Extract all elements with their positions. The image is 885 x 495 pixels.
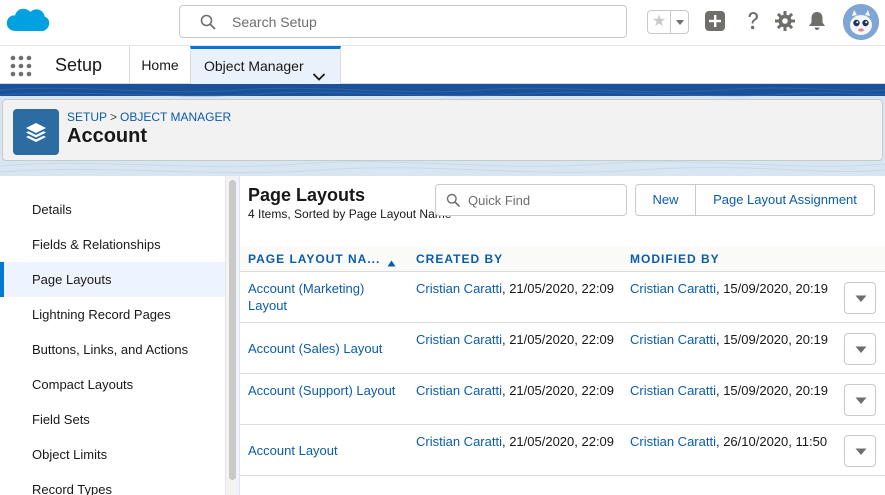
modified-by-user-link[interactable]: Cristian Caratti <box>630 281 716 296</box>
created-by-cell: Cristian Caratti, 21/05/2020, 22:09 <box>416 331 616 348</box>
layout-name-link[interactable]: Account (Support) Layout <box>248 382 398 399</box>
sidebar-item-page-layouts[interactable]: Page Layouts <box>0 262 225 297</box>
modified-date: , 15/09/2020, 20:19 <box>715 383 829 398</box>
object-sidebar: Details Fields & Relationships Page Layo… <box>0 176 225 495</box>
sidebar-item-fields-relationships[interactable]: Fields & Relationships <box>0 227 225 262</box>
chevron-down-icon[interactable] <box>312 60 326 81</box>
sidebar-item-details[interactable]: Details <box>0 192 225 227</box>
table-header: PAGE LAYOUT NA... CREATED BY MODIFIED BY <box>240 246 885 272</box>
global-header: Search Setup ★ <box>0 0 885 46</box>
created-by-user-link[interactable]: Cristian Caratti <box>416 383 502 398</box>
bell-icon[interactable] <box>805 9 829 33</box>
sidebar-item-lightning-record-pages[interactable]: Lightning Record Pages <box>0 297 225 332</box>
waffle-icon[interactable] <box>10 55 32 77</box>
created-date: , 21/05/2020, 22:09 <box>501 434 615 449</box>
modified-by-cell: Cristian Caratti, 15/09/2020, 20:19 <box>630 280 830 297</box>
created-by-cell: Cristian Caratti, 21/05/2020, 22:09 <box>416 433 616 450</box>
new-button[interactable]: New <box>635 184 696 216</box>
chevron-down-icon <box>855 295 867 302</box>
search-setup-input[interactable]: Search Setup <box>179 5 627 38</box>
layout-name-link[interactable]: Account (Sales) Layout <box>248 340 398 357</box>
page-layouts-panel: Page Layouts 4 Items, Sorted by Page Lay… <box>240 176 885 495</box>
chevron-down-icon <box>855 397 867 404</box>
layers-icon <box>13 109 59 155</box>
breadcrumb: SETUP > OBJECT MANAGER <box>67 110 231 124</box>
created-by-cell: Cristian Caratti, 21/05/2020, 22:09 <box>416 382 616 399</box>
sidebar-scrollbar[interactable] <box>225 176 239 495</box>
modified-date: , 26/10/2020, 11:50 <box>715 434 828 449</box>
modified-by-cell: Cristian Caratti, 15/09/2020, 20:19 <box>630 331 830 348</box>
chevron-down-icon <box>855 448 867 455</box>
table-row: Account (Marketing) Layout Cristian Cara… <box>240 272 885 323</box>
quick-find-placeholder: Quick Find <box>468 193 531 208</box>
page-layout-assignment-button[interactable]: Page Layout Assignment <box>695 184 875 216</box>
tab-object-manager[interactable]: Object Manager <box>190 46 341 84</box>
created-date: , 21/05/2020, 22:09 <box>501 332 615 347</box>
modified-by-user-link[interactable]: Cristian Caratti <box>630 332 716 347</box>
table-row: Account (Sales) Layout Cristian Caratti,… <box>240 323 885 374</box>
section-subtitle: 4 Items, Sorted by Page Layout Name <box>248 207 452 221</box>
breadcrumb-setup-link[interactable]: SETUP <box>67 110 107 124</box>
modified-date: , 15/09/2020, 20:19 <box>715 332 829 347</box>
breadcrumb-separator: > <box>110 110 118 124</box>
favorites-group: ★ <box>647 10 689 34</box>
created-date: , 21/05/2020, 22:09 <box>501 383 615 398</box>
created-by-user-link[interactable]: Cristian Caratti <box>416 434 502 449</box>
row-actions-button[interactable] <box>844 333 876 365</box>
sidebar-item-object-limits[interactable]: Object Limits <box>0 437 225 472</box>
layout-name-link[interactable]: Account (Marketing) Layout <box>248 280 398 314</box>
sidebar-item-compact-layouts[interactable]: Compact Layouts <box>0 367 225 402</box>
gear-icon[interactable] <box>773 9 797 33</box>
object-page-header: SETUP > OBJECT MANAGER Account <box>2 99 883 161</box>
modified-by-cell: Cristian Caratti, 15/09/2020, 20:19 <box>630 382 830 399</box>
created-by-user-link[interactable]: Cristian Caratti <box>416 281 502 296</box>
chevron-down-icon <box>855 346 867 353</box>
avatar[interactable] <box>843 4 879 40</box>
page-title: Account <box>67 125 147 147</box>
modified-by-user-link[interactable]: Cristian Caratti <box>630 383 716 398</box>
quick-find-input[interactable]: Quick Find <box>435 184 627 216</box>
plus-icon[interactable] <box>703 9 727 33</box>
section-title: Page Layouts <box>248 185 366 205</box>
column-header-modified-by[interactable]: MODIFIED BY <box>630 252 720 266</box>
row-actions-button[interactable] <box>844 282 876 314</box>
created-date: , 21/05/2020, 22:09 <box>501 281 615 296</box>
created-by-user-link[interactable]: Cristian Caratti <box>416 332 502 347</box>
sidebar-scrollbar-thumb[interactable] <box>229 180 236 480</box>
table-row: Account Layout Cristian Caratti, 21/05/2… <box>240 425 885 476</box>
tab-object-manager-label: Object Manager <box>204 58 304 74</box>
sidebar-item-field-sets[interactable]: Field Sets <box>0 402 225 437</box>
question-icon[interactable] <box>741 9 765 33</box>
favorites-dropdown-button[interactable] <box>670 11 688 33</box>
breadcrumb-object-manager-link[interactable]: OBJECT MANAGER <box>120 110 231 124</box>
row-actions-button[interactable] <box>844 435 876 467</box>
modified-by-cell: Cristian Caratti, 26/10/2020, 11:50 <box>630 433 830 450</box>
search-placeholder: Search Setup <box>232 14 317 30</box>
app-name: Setup <box>55 55 103 75</box>
sidebar-item-buttons-links-actions[interactable]: Buttons, Links, and Actions <box>0 332 225 367</box>
column-header-page-layout-name[interactable]: PAGE LAYOUT NA... <box>248 252 380 266</box>
row-actions-button[interactable] <box>844 384 876 416</box>
layout-name-link[interactable]: Account Layout <box>248 442 398 459</box>
created-by-cell: Cristian Caratti, 21/05/2020, 22:09 <box>416 280 616 297</box>
sidebar-item-record-types[interactable]: Record Types <box>0 472 225 495</box>
column-header-created-by[interactable]: CREATED BY <box>416 252 503 266</box>
salesforce-logo-icon[interactable] <box>4 4 50 38</box>
sort-ascending-icon[interactable] <box>387 255 396 267</box>
table-row: Account (Support) Layout Cristian Caratt… <box>240 374 885 425</box>
tab-home[interactable]: Home <box>129 46 190 84</box>
search-icon <box>446 193 460 207</box>
search-icon <box>200 14 216 30</box>
modified-date: , 15/09/2020, 20:19 <box>715 281 829 296</box>
app-navigation-bar: Setup Home Object Manager <box>0 46 885 84</box>
modified-by-user-link[interactable]: Cristian Caratti <box>630 434 716 449</box>
star-icon[interactable]: ★ <box>648 11 670 33</box>
